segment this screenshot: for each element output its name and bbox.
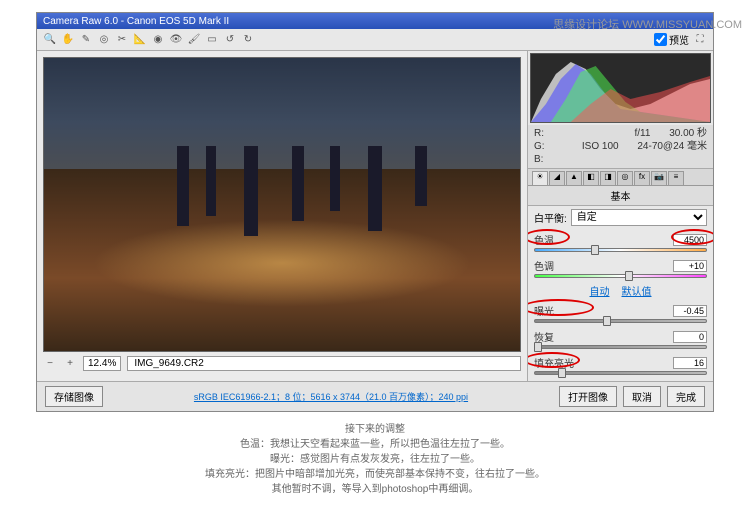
tab-basic[interactable]: ☀ bbox=[532, 171, 548, 185]
tab-cal[interactable]: 📷 bbox=[651, 171, 667, 185]
redeye-icon[interactable]: 👁 bbox=[169, 33, 183, 47]
slider-fill-light[interactable]: 填充亮光16 bbox=[528, 352, 713, 378]
gradient-icon[interactable]: ▭ bbox=[205, 33, 219, 47]
zoom-in-icon[interactable]: + bbox=[63, 357, 77, 371]
slider-exposure[interactable]: 曝光-0.45 bbox=[528, 300, 713, 326]
straighten-icon[interactable]: 📐 bbox=[133, 33, 147, 47]
watermark: 思缘设计论坛 WWW.MISSYUAN.COM bbox=[553, 16, 742, 32]
preview-checkbox[interactable]: 预览 bbox=[654, 32, 689, 47]
zoom-level[interactable]: 12.4% bbox=[83, 356, 121, 371]
window-title: Camera Raw 6.0 - Canon EOS 5D Mark II bbox=[43, 16, 229, 27]
slider-recovery[interactable]: 恢复0 bbox=[528, 326, 713, 352]
footer: 存储图像 sRGB IEC61966-2.1；8 位；5616 x 3744（2… bbox=[37, 381, 713, 411]
spot-icon[interactable]: ◉ bbox=[151, 33, 165, 47]
panel-title: 基本 bbox=[528, 186, 713, 206]
open-button[interactable]: 打开图像 bbox=[559, 386, 617, 407]
rotate-cw-icon[interactable]: ↻ bbox=[241, 33, 255, 47]
exif-info: R:f/11 30.00 秒 G:ISO 100 24-70@24 毫米 B: bbox=[528, 125, 713, 169]
caption: 接下来的调整 色温：我想让天空看起来蓝一些，所以把色温往左拉了一些。 曝光：感觉… bbox=[0, 418, 750, 501]
crop-icon[interactable]: ✂ bbox=[115, 33, 129, 47]
tab-curve[interactable]: ◢ bbox=[549, 171, 565, 185]
wb-select[interactable]: 自定 bbox=[571, 209, 707, 226]
tab-fx[interactable]: fx bbox=[634, 171, 650, 185]
cancel-button[interactable]: 取消 bbox=[623, 386, 661, 407]
tab-lens[interactable]: ◎ bbox=[617, 171, 633, 185]
zoom-icon[interactable]: 🔍 bbox=[43, 33, 57, 47]
image-preview[interactable] bbox=[43, 57, 521, 352]
fullscreen-icon[interactable]: ⛶ bbox=[693, 33, 707, 47]
rotate-ccw-icon[interactable]: ↺ bbox=[223, 33, 237, 47]
tab-hsl[interactable]: ◧ bbox=[583, 171, 599, 185]
workflow-link[interactable]: sRGB IEC61966-2.1；8 位；5616 x 3744（21.0 百… bbox=[109, 390, 553, 403]
histogram bbox=[530, 53, 711, 123]
save-button[interactable]: 存储图像 bbox=[45, 386, 103, 407]
auto-link[interactable]: 自动 bbox=[590, 287, 610, 298]
hand-icon[interactable]: ✋ bbox=[61, 33, 75, 47]
tab-detail[interactable]: ▲ bbox=[566, 171, 582, 185]
filename-field: IMG_9649.CR2 bbox=[127, 356, 521, 371]
default-link[interactable]: 默认值 bbox=[622, 287, 652, 298]
slider-black[interactable]: 黑色0 bbox=[528, 378, 713, 381]
toolbar: 🔍 ✋ ✎ ◎ ✂ 📐 ◉ 👁 🖌 ▭ ↺ ↻ 预览 ⛶ bbox=[37, 29, 713, 51]
sliders-panel: 色温4500 色调+10 自动 默认值 曝光-0.45 恢复0 填充亮光16 黑色… bbox=[528, 229, 713, 381]
sampler-icon[interactable]: ◎ bbox=[97, 33, 111, 47]
done-button[interactable]: 完成 bbox=[667, 386, 705, 407]
zoom-out-icon[interactable]: − bbox=[43, 357, 57, 371]
tab-split[interactable]: ◨ bbox=[600, 171, 616, 185]
brush-icon[interactable]: 🖌 bbox=[187, 33, 201, 47]
eyedropper-icon[interactable]: ✎ bbox=[79, 33, 93, 47]
slider-tint[interactable]: 色调+10 bbox=[528, 255, 713, 281]
tab-preset[interactable]: ≡ bbox=[668, 171, 684, 185]
wb-label: 白平衡: bbox=[534, 210, 567, 225]
camera-raw-window: Camera Raw 6.0 - Canon EOS 5D Mark II 🔍 … bbox=[36, 12, 714, 412]
panel-tabs: ☀ ◢ ▲ ◧ ◨ ◎ fx 📷 ≡ bbox=[528, 169, 713, 186]
slider-temperature[interactable]: 色温4500 bbox=[528, 229, 713, 255]
